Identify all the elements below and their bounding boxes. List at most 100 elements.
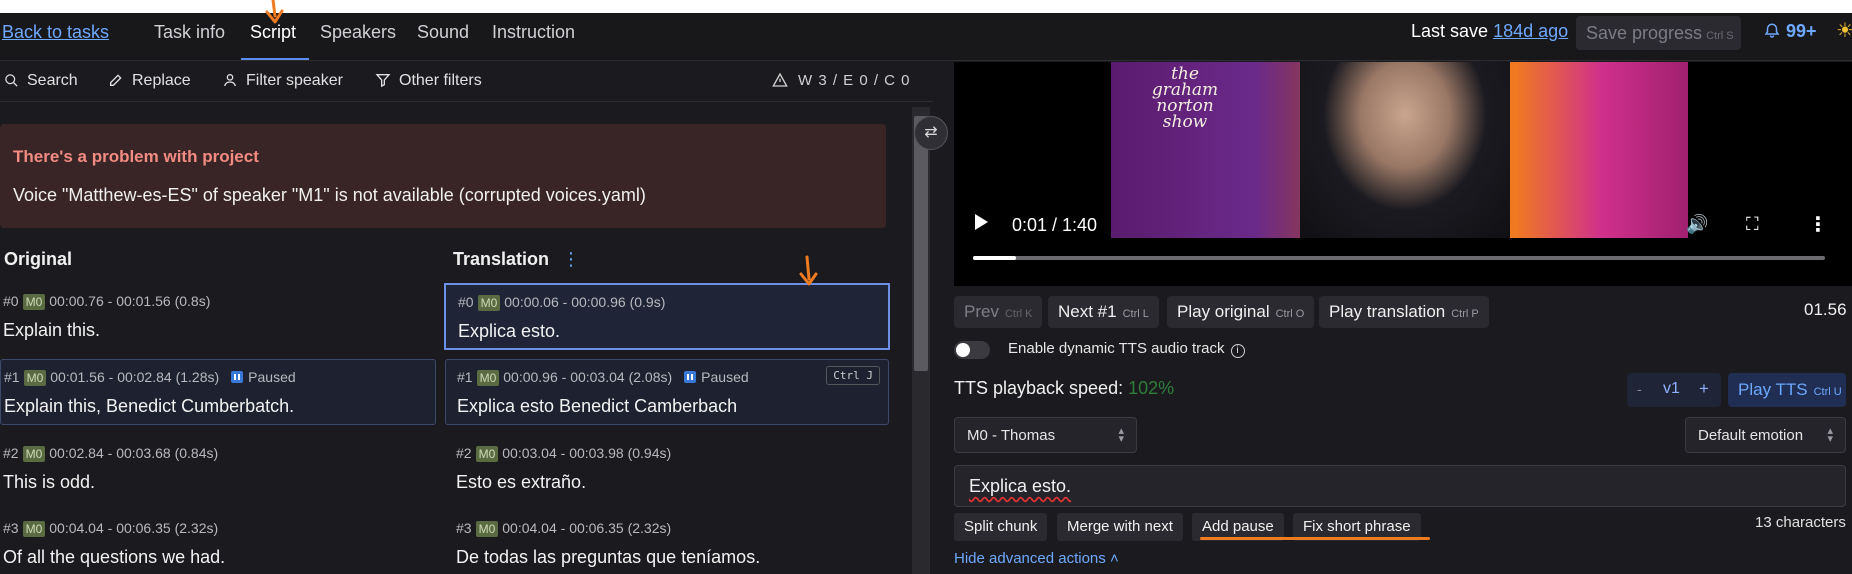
last-save-link[interactable]: 184d ago: [1493, 21, 1568, 41]
annotation-arrow-icon: [799, 255, 818, 286]
fullscreen-icon[interactable]: ⛶: [1746, 214, 1759, 235]
play-tts-shortcut: Ctrl U: [1813, 386, 1842, 398]
tab-speakers[interactable]: Speakers: [320, 22, 396, 43]
notifications-button[interactable]: 99+: [1763, 21, 1817, 42]
notifications-count: 99+: [1786, 21, 1817, 41]
search-button[interactable]: Search: [4, 72, 78, 90]
alert-title: There's a problem with project: [13, 147, 259, 166]
row-time: 00:00.96 - 00:03.04 (2.08s): [503, 369, 673, 385]
original-row[interactable]: #3 M0 00:04.04 - 00:06.35 (2.32s) Of all t…: [0, 511, 436, 574]
translation-text-field[interactable]: Explica esto.: [954, 465, 1846, 507]
original-row[interactable]: #0 M0 00:00.76 - 00:01.56 (0.8s) Explain t…: [0, 284, 436, 348]
stepper-value: v1: [1663, 380, 1680, 397]
play-icon[interactable]: [975, 214, 988, 230]
hide-advanced-actions-link[interactable]: Hide advanced actions ˄: [954, 550, 1119, 567]
current-timecode: 01.56: [1804, 300, 1847, 319]
row-meta: #0 M0 00:00.76 - 00:01.56 (0.8s): [3, 293, 210, 310]
original-row[interactable]: #1 M0 00:01.56 - 00:02.84 (1.28s) Paused Ex…: [0, 359, 436, 425]
video-progress-bar[interactable]: [973, 256, 1825, 260]
tab-instruction[interactable]: Instruction: [492, 22, 575, 43]
row-index: #2: [3, 445, 19, 461]
row-text: Explica esto.: [458, 321, 561, 341]
warnings-summary[interactable]: W 3 / E 0 / C 0: [772, 72, 911, 89]
last-save-label: Last save: [1411, 21, 1489, 41]
warning-icon: [772, 72, 788, 87]
more-options-icon[interactable]: ⋮: [1808, 212, 1828, 237]
row-time: 00:04.04 - 00:06.35 (2.32s): [502, 520, 672, 536]
next-button[interactable]: Next #1 Ctrl L: [1048, 296, 1159, 328]
shortcut-badge: Ctrl J: [826, 366, 880, 385]
sun-icon[interactable]: ☀: [1836, 18, 1852, 43]
play-tts-button[interactable]: Play TTS Ctrl U: [1728, 373, 1846, 407]
scrollbar-thumb[interactable]: [914, 116, 928, 371]
pause-icon: [231, 371, 244, 383]
back-to-tasks-link[interactable]: Back to tasks: [2, 22, 109, 43]
filter-speaker-button[interactable]: Filter speaker: [222, 72, 343, 90]
save-progress-label: Save progress: [1586, 23, 1703, 43]
play-original-label: Play original: [1177, 302, 1270, 321]
row-time: 00:02.84 - 00:03.68 (0.84s): [49, 445, 219, 461]
character-count: 13 characters: [1755, 514, 1846, 531]
row-text: De todas las preguntas que teníamos.: [456, 547, 761, 567]
tts-speed: TTS playback speed: 102%: [954, 378, 1174, 399]
row-index: #1: [4, 369, 20, 385]
speaker-select[interactable]: M0 - Thomas ▴ ▾: [954, 417, 1137, 453]
row-index: #3: [456, 520, 472, 536]
translation-row[interactable]: #1 M0 00:00.96 - 00:03.04 (2.08s) Paused Ct…: [445, 359, 889, 425]
volume-icon[interactable]: 🔊: [1686, 214, 1708, 235]
speaker-badge: M0: [475, 446, 499, 462]
emotion-select[interactable]: Default emotion ▴ ▾: [1685, 417, 1846, 453]
split-chunk-button[interactable]: Split chunk: [954, 513, 1048, 541]
replace-button[interactable]: Replace: [108, 72, 191, 90]
video-time: 0:01 / 1:40: [1012, 215, 1098, 235]
dynamic-tts-toggle[interactable]: [954, 341, 990, 359]
row-index: #3: [3, 520, 19, 536]
play-original-button[interactable]: Play original Ctrl O: [1167, 296, 1315, 328]
row-meta: #3 M0 00:04.04 - 00:06.35 (2.32s): [3, 520, 218, 537]
original-row[interactable]: #2 M0 00:02.84 - 00:03.68 (0.84s) This is …: [0, 436, 436, 500]
speaker-badge: M0: [23, 370, 47, 386]
translation-column-header: Translation ⋮: [453, 249, 580, 270]
show-logo: the graham norton show: [1151, 64, 1219, 132]
speaker-badge: M0: [476, 370, 500, 386]
row-meta: #1 M0 00:00.96 - 00:03.04 (2.08s) Paused: [457, 369, 749, 386]
swap-panels-button[interactable]: ⇄: [914, 116, 948, 150]
row-text: Esto es extraño.: [456, 472, 587, 492]
speaker-badge: M0: [22, 294, 46, 310]
annotation-underline: [1200, 537, 1430, 540]
chevron-up-icon: ˄: [1109, 550, 1119, 567]
row-text: Explain this.: [3, 320, 101, 340]
paused-label: Paused: [701, 369, 749, 385]
dynamic-tts-label: Enable dynamic TTS audio track i: [1008, 340, 1245, 358]
row-meta: #2 M0 00:02.84 - 00:03.68 (0.84s): [3, 445, 218, 462]
translation-row[interactable]: #2 M0 00:03.04 - 00:03.98 (0.94s) Esto es …: [445, 436, 889, 500]
video-progress-fill: [973, 256, 1016, 260]
prev-button[interactable]: Prev Ctrl K: [954, 296, 1043, 328]
translation-column-title: Translation: [453, 249, 550, 269]
other-filters-button[interactable]: Other filters: [375, 72, 482, 90]
stepper-minus-button[interactable]: -: [1637, 381, 1642, 397]
stepper-plus-button[interactable]: +: [1699, 379, 1709, 399]
play-translation-button[interactable]: Play translation Ctrl P: [1319, 296, 1489, 328]
row-meta: #2 M0 00:03.04 - 00:03.98 (0.94s): [456, 445, 671, 462]
translation-text-value: Explica esto.: [969, 476, 1072, 496]
swap-icon: ⇄: [924, 124, 938, 141]
row-text: Explica esto Benedict Camberbach: [457, 396, 738, 416]
speaker-badge: M0: [475, 521, 499, 537]
video-host-figure: [1300, 62, 1510, 238]
paused-label: Paused: [248, 369, 296, 385]
info-icon[interactable]: i: [1230, 344, 1245, 358]
column-menu-icon[interactable]: ⋮: [562, 249, 580, 269]
translation-row-selected[interactable]: #0 M0 00:00.06 - 00:00.96 (0.9s) Explica e…: [444, 283, 890, 350]
translation-row[interactable]: #3 M0 00:04.04 - 00:06.35 (2.32s) De todas…: [445, 511, 889, 574]
merge-with-next-button[interactable]: Merge with next: [1057, 513, 1183, 541]
row-time: 00:00.76 - 00:01.56 (0.8s): [49, 293, 211, 309]
play-tts-label: Play TTS: [1738, 380, 1808, 399]
chevron-updown-icon: ▴ ▾: [1118, 425, 1124, 445]
save-progress-button[interactable]: Save progress Ctrl S: [1576, 16, 1741, 50]
emotion-select-value: Default emotion: [1698, 427, 1804, 444]
annotation-arrow-icon: [265, 0, 284, 24]
tab-task-info[interactable]: Task info: [154, 22, 225, 43]
tab-sound[interactable]: Sound: [417, 22, 469, 43]
play-translation-shortcut: Ctrl P: [1451, 308, 1479, 320]
